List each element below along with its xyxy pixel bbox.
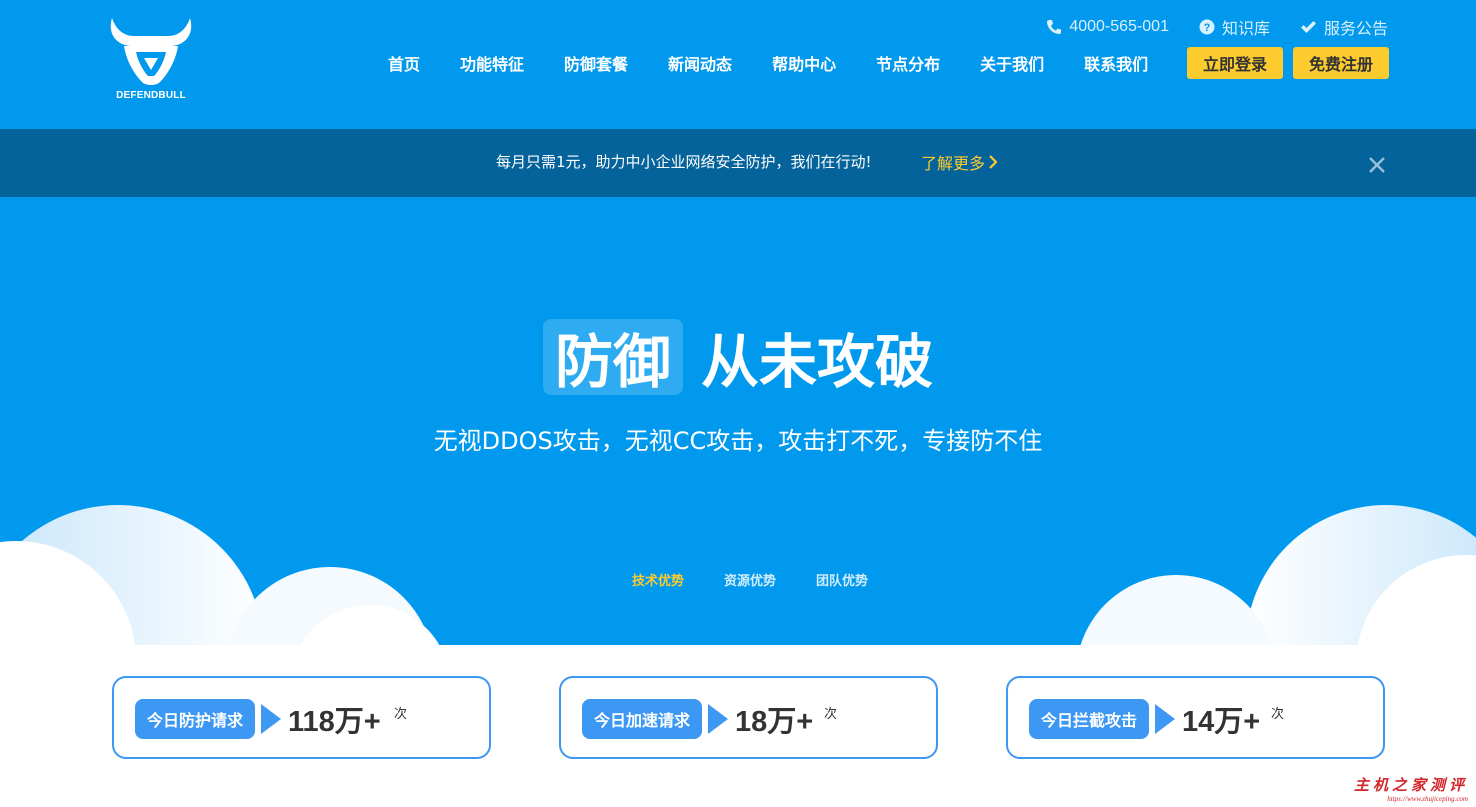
main-nav: 首页 功能特征 防御套餐 新闻动态 帮助中心 节点分布 关于我们 联系我们 [368,48,1168,78]
bull-logo-icon [110,18,192,85]
nav-item-news[interactable]: 新闻动态 [648,51,752,75]
triangle-right-icon [708,704,728,734]
nav-item-nodes[interactable]: 节点分布 [856,51,960,75]
login-button[interactable]: 立即登录 [1187,47,1283,79]
watermark-text: 主机之家测评 [1353,776,1468,794]
stat-value: 118万+ [288,706,381,738]
stat-label: 今日加速请求 [582,699,703,739]
notice-label: 服务公告 [1323,21,1388,38]
stat-value: 18万+ [735,706,814,738]
knowledge-link[interactable]: ? 知识库 [1199,15,1270,39]
logo-text: DEFENDBULL [116,90,186,101]
page: { "brand": { "logo_text": "DEFENDBULL" }… [0,0,1476,807]
nav-item-home[interactable]: 首页 [368,51,440,75]
phone-icon [1047,20,1062,34]
nav-item-about[interactable]: 关于我们 [960,51,1064,75]
phone-contact[interactable]: 4000-565-001 [1046,18,1169,36]
triangle-right-icon [261,704,281,734]
tab-team-advantage[interactable]: 团队优势 [816,570,868,589]
stat-unit: 次 [1271,707,1285,722]
check-icon [1300,21,1316,33]
notice-link[interactable]: 服务公告 [1300,15,1388,39]
hero-title-main: 从未攻破 [701,328,934,396]
topbar: 4000-565-001 ? 知识库 服务公告 [1046,16,1388,38]
nav-item-help[interactable]: 帮助中心 [752,51,856,75]
triangle-right-icon [1155,704,1175,734]
hero-subtitle: 无视DDOS攻击，无视CC攻击，攻击打不死，专接防不住 [433,427,1043,455]
register-button[interactable]: 免费注册 [1293,47,1389,79]
stat-value: 14万+ [1182,706,1261,738]
watermark-url: https://www.zhujiceping.com [1387,795,1468,803]
stat-label: 今日防护请求 [135,699,256,739]
hero-title: 防御 从未攻破 [0,315,1476,399]
stat-unit: 次 [824,707,838,722]
logo[interactable]: DEFENDBULL [108,16,194,104]
tab-resource-advantage[interactable]: 资源优势 [724,570,776,589]
announcement-text: 每月只需1元，助力中小企业网络安全防护，我们在行动! [496,153,872,171]
stat-card-interception: 今日拦截攻击 14万+ 次 [1006,676,1385,759]
question-circle-icon: ? [1199,19,1215,35]
tab-tech-advantage[interactable]: 技术优势 [632,570,684,589]
hero-tabs: 技术优势 资源优势 团队优势 [0,570,1476,589]
svg-text:?: ? [1204,22,1211,34]
site-header: DEFENDBULL 4000-565-001 ? 知识库 服务公告 首页 功能… [0,0,1476,129]
learn-more-label: 了解更多 [921,154,986,173]
cloud-right-decoration [1080,505,1476,645]
stat-unit: 次 [394,707,408,722]
chevron-right-icon [989,155,998,169]
learn-more-link[interactable]: 了解更多 [921,150,998,174]
hero-banner: 防御 从未攻破 无视DDOS攻击，无视CC攻击，攻击打不死，专接防不住 技术优势… [0,197,1476,645]
close-icon[interactable] [1366,154,1388,176]
nav-item-features[interactable]: 功能特征 [440,51,544,75]
stat-card-acceleration: 今日加速请求 18万+ 次 [559,676,938,759]
stat-label: 今日拦截攻击 [1029,699,1150,739]
nav-item-plans[interactable]: 防御套餐 [544,51,648,75]
announcement-bar: 每月只需1元，助力中小企业网络安全防护，我们在行动! 了解更多 [0,129,1476,197]
stat-card-protection: 今日防护请求 118万+ 次 [112,676,491,759]
cloud-left-decoration [0,505,440,645]
knowledge-label: 知识库 [1221,21,1270,38]
hero-title-highlight: 防御 [542,319,683,396]
phone-number: 4000-565-001 [1069,18,1169,35]
nav-item-contact[interactable]: 联系我们 [1064,51,1168,75]
watermark: 主机之家测评 https://www.zhujiceping.com [1354,774,1468,803]
